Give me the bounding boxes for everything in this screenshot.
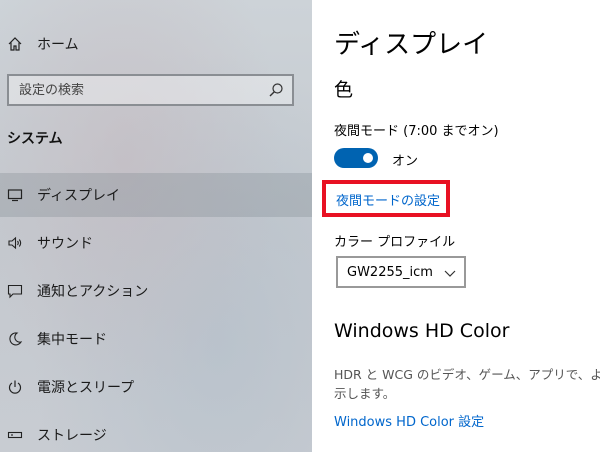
hd-desc-line1: HDR と WCG のビデオ、ゲーム、アプリで、より xyxy=(334,367,600,382)
night-light-toggle[interactable] xyxy=(334,148,378,168)
hd-desc-line2: 示します。 xyxy=(334,386,396,401)
sidebar-item-notifications[interactable]: 通知とアクション xyxy=(0,269,312,313)
sidebar-item-label: ディスプレイ xyxy=(37,188,121,204)
color-heading: 色 xyxy=(334,79,354,101)
sidebar-item-storage[interactable]: ストレージ xyxy=(0,413,312,452)
power-icon xyxy=(7,379,23,395)
sidebar-item-label: ストレージ xyxy=(37,428,107,444)
sidebar-item-home[interactable]: ホーム xyxy=(0,22,312,66)
notification-icon xyxy=(7,283,23,299)
speaker-icon xyxy=(7,235,23,251)
sidebar-item-sound[interactable]: サウンド xyxy=(0,221,312,265)
sidebar-item-label: 電源とスリープ xyxy=(37,380,135,396)
section-title: システム xyxy=(7,131,63,147)
dropdown-value: GW2255_icm xyxy=(347,264,433,280)
night-light-label: 夜間モード (7:00 までオン) xyxy=(334,124,499,139)
hd-color-heading: Windows HD Color xyxy=(334,320,510,342)
color-profile-dropdown[interactable]: GW2255_icm xyxy=(336,256,466,288)
sidebar-item-power[interactable]: 電源とスリープ xyxy=(0,365,312,409)
sidebar-item-label: ホーム xyxy=(37,37,79,53)
search-box[interactable] xyxy=(7,74,294,106)
hd-color-description: HDR と WCG のビデオ、ゲーム、アプリで、より 示します。 xyxy=(334,365,600,403)
search-input[interactable] xyxy=(19,82,259,98)
color-profile-label: カラー プロファイル xyxy=(334,235,456,250)
sidebar-item-display[interactable]: ディスプレイ xyxy=(0,173,312,217)
sidebar-item-label: 通知とアクション xyxy=(37,284,149,300)
home-icon xyxy=(7,36,23,52)
chevron-down-icon xyxy=(444,267,456,277)
sidebar-item-focus[interactable]: 集中モード xyxy=(0,317,312,361)
sidebar-item-label: サウンド xyxy=(37,236,93,252)
toggle-knob xyxy=(363,153,373,163)
monitor-icon xyxy=(7,187,23,203)
search-icon[interactable] xyxy=(268,82,284,98)
sidebar-item-label: 集中モード xyxy=(37,332,107,348)
sidebar: ホーム システム ディスプレイ サウンド 通知とアクション 集中モード xyxy=(0,0,312,452)
hd-color-settings-link[interactable]: Windows HD Color 設定 xyxy=(334,411,484,430)
toggle-state-label: オン xyxy=(392,154,419,169)
page-title: ディスプレイ xyxy=(334,30,489,60)
main-content: ディスプレイ 色 夜間モード (7:00 までオン) オン 夜間モードの設定 カ… xyxy=(312,0,600,452)
night-light-settings-link[interactable]: 夜間モードの設定 xyxy=(336,190,440,209)
moon-icon xyxy=(7,331,23,347)
storage-icon xyxy=(7,427,23,443)
